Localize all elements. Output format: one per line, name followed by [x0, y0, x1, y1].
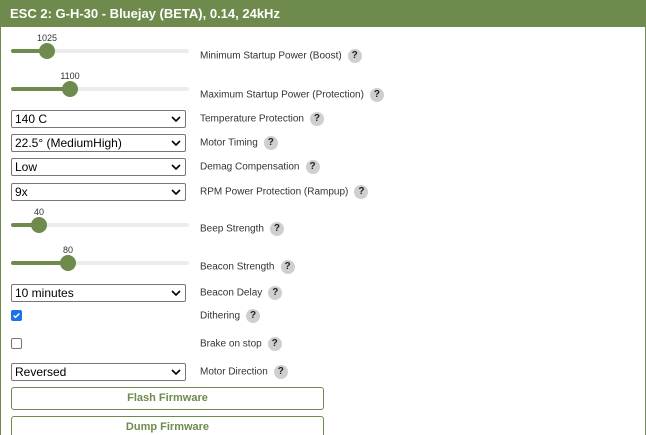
motor-direction-text: Motor Direction	[200, 366, 268, 378]
rpm-power-protection-label: RPM Power Protection (Rampup)?	[200, 185, 369, 200]
min-startup-power-text: Minimum Startup Power (Boost)	[200, 50, 342, 62]
help-icon[interactable]: ?	[369, 88, 384, 102]
dithering-text: Dithering	[200, 310, 241, 322]
motor-timing-label: Motor Timing?	[200, 136, 278, 151]
beacon-delay-select[interactable]: 10 minutes	[11, 284, 186, 302]
motor-direction-select[interactable]: Reversed	[11, 363, 186, 381]
min-startup-power-value: 1025	[36, 33, 58, 43]
temperature-protection-text: Temperature Protection	[200, 113, 304, 125]
max-startup-power-text: Maximum Startup Power (Protection)	[200, 89, 364, 101]
max-startup-power-value: 1100	[60, 71, 80, 81]
beacon-strength-value: 80	[62, 245, 74, 255]
checkmark-icon	[13, 312, 20, 319]
brake-on-stop-checkbox[interactable]	[11, 338, 22, 349]
demag-compensation-text: Demag Compensation	[200, 161, 300, 173]
beacon-delay-value: 10 minutes	[15, 286, 74, 300]
max-startup-power-label: Maximum Startup Power (Protection)?	[200, 88, 384, 103]
beacon-strength-text: Beacon Strength	[200, 261, 275, 273]
help-icon[interactable]: ?	[269, 222, 284, 236]
motor-timing-value: 22.5° (MediumHigh)	[15, 136, 122, 150]
beacon-strength-label: Beacon Strength?	[200, 260, 295, 275]
demag-compensation-select[interactable]: Low	[11, 158, 186, 176]
slider-thumb[interactable]	[62, 81, 78, 97]
rpm-power-protection-value: 9x	[15, 185, 28, 199]
temperature-protection-value: 140 C	[15, 112, 48, 126]
help-icon[interactable]: ?	[273, 365, 288, 379]
dithering-label: Dithering?	[200, 309, 261, 324]
demag-compensation-value: Low	[15, 160, 38, 174]
slider-thumb[interactable]	[31, 217, 47, 233]
motor-timing-text: Motor Timing	[200, 137, 258, 149]
temperature-protection-label: Temperature Protection?	[200, 112, 324, 127]
temperature-protection-select[interactable]: 140 C	[11, 110, 186, 128]
beacon-delay-text: Beacon Delay	[200, 287, 263, 299]
help-icon[interactable]: ?	[305, 160, 320, 174]
esc-settings-panel: ESC 2: G-H-30 - Bluejay (BETA), 0.14, 24…	[0, 0, 646, 435]
demag-compensation-label: Demag Compensation?	[200, 160, 320, 175]
help-icon[interactable]: ?	[268, 286, 283, 300]
slider-thumb[interactable]	[39, 43, 55, 59]
max-startup-power-slider[interactable]: 1100	[11, 71, 189, 97]
motor-direction-value: Reversed	[15, 365, 67, 379]
chevron-down-icon	[171, 189, 181, 196]
beep-strength-value: 40	[33, 207, 45, 217]
chevron-down-icon	[171, 164, 181, 171]
min-startup-power-slider[interactable]: 1025	[11, 33, 189, 59]
beacon-strength-slider[interactable]: 80	[11, 245, 189, 271]
help-icon[interactable]: ?	[263, 136, 278, 150]
help-icon[interactable]: ?	[246, 309, 261, 323]
min-startup-power-label: Minimum Startup Power (Boost)?	[200, 49, 362, 64]
flash-firmware-button[interactable]: Flash Firmware	[11, 387, 324, 410]
chevron-down-icon	[171, 116, 181, 123]
help-icon[interactable]: ?	[267, 337, 282, 351]
chevron-down-icon	[171, 290, 181, 297]
help-icon[interactable]: ?	[280, 260, 295, 274]
beacon-delay-label: Beacon Delay?	[200, 286, 283, 301]
brake-on-stop-text: Brake on stop	[200, 338, 262, 350]
help-icon[interactable]: ?	[354, 185, 369, 199]
help-icon[interactable]: ?	[309, 112, 324, 126]
rpm-power-protection-text: RPM Power Protection (Rampup)	[200, 186, 349, 198]
dump-firmware-button[interactable]: Dump Firmware	[11, 416, 324, 435]
slider-thumb[interactable]	[60, 255, 76, 271]
beep-strength-slider[interactable]: 40	[11, 207, 189, 233]
esc-header-title: ESC 2: G-H-30 - Bluejay (BETA), 0.14, 24…	[1, 0, 645, 27]
chevron-down-icon	[171, 140, 181, 147]
motor-direction-label: Motor Direction?	[200, 365, 288, 380]
beep-strength-text: Beep Strength	[200, 223, 264, 235]
rpm-power-protection-select[interactable]: 9x	[11, 183, 186, 201]
chevron-down-icon	[171, 369, 181, 376]
dithering-checkbox[interactable]	[11, 310, 22, 321]
beep-strength-label: Beep Strength?	[200, 222, 284, 237]
brake-on-stop-label: Brake on stop?	[200, 337, 282, 352]
motor-timing-select[interactable]: 22.5° (MediumHigh)	[11, 134, 186, 152]
help-icon[interactable]: ?	[347, 49, 362, 63]
